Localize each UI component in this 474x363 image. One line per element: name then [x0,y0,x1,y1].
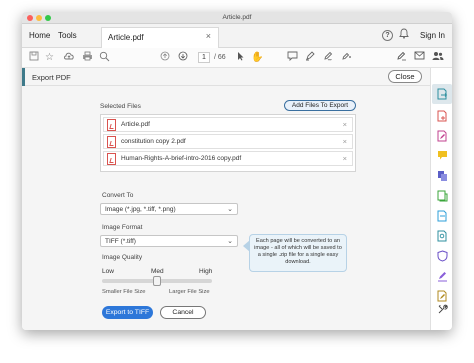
scan-ocr-tool-icon[interactable] [436,210,448,222]
file-row[interactable]: constitution copy 2.pdf × [103,134,353,149]
remove-file-icon[interactable]: × [343,137,347,146]
convert-to-value: Image (*.jpg, *.tiff, *.png) [105,206,176,213]
tab-bar: Home Tools Article.pdf × ? Sign In [22,24,452,48]
notification-bell-icon[interactable] [399,28,409,42]
remove-file-icon[interactable]: × [343,154,347,163]
selected-files-label: Selected Files [100,103,141,110]
tab-document-label: Article.pdf [108,33,144,42]
draw-pencil-icon[interactable] [323,51,333,65]
zoom-icon[interactable] [99,51,110,66]
certificates-tool-icon[interactable] [436,290,448,302]
edit-pdf-tool-icon[interactable] [436,130,448,142]
window-title: Article.pdf [222,14,252,21]
cancel-button[interactable]: Cancel [160,306,206,319]
print-icon[interactable] [82,51,93,65]
convert-to-label: Convert To [102,192,134,199]
create-pdf-tool-icon[interactable] [436,110,448,122]
next-page-icon[interactable] [178,51,188,65]
bookmark-star-icon[interactable]: ☆ [45,51,54,64]
send-for-review-tool-icon[interactable] [436,230,448,242]
app-window: Article.pdf Home Tools Article.pdf × ? S… [22,12,452,330]
fill-and-sign-tool-icon[interactable] [436,270,448,282]
quality-slider-thumb[interactable] [153,276,161,286]
image-format-dropdown[interactable]: TIFF (*.tiff) ⌄ [100,235,238,247]
tab-home[interactable]: Home [29,31,50,40]
export-pdf-tool-icon[interactable] [436,88,448,100]
title-bar: Article.pdf [22,12,452,24]
export-panel-content: Selected Files Add Files To Export Artic… [22,86,430,330]
pdf-file-icon [107,153,116,165]
selected-files-list: Article.pdf × constitution copy 2.pdf × … [100,114,356,172]
close-panel-button[interactable]: Close [388,70,422,83]
organize-pages-tool-icon[interactable] [436,190,448,202]
tools-sidebar [430,68,452,330]
panel-title: Export PDF [32,73,71,82]
tab-tools[interactable]: Tools [58,31,77,40]
pdf-file-icon [107,136,116,148]
share-people-icon[interactable] [432,51,444,65]
remove-file-icon[interactable]: × [343,120,347,129]
image-format-value: TIFF (*.tiff) [105,238,136,245]
help-icon[interactable]: ? [382,30,393,41]
file-name: Human-Rights-A-brief-intro-2016 copy.pdf [121,155,242,162]
fill-sign-icon[interactable] [396,51,407,65]
tab-document[interactable]: Article.pdf × [101,27,219,48]
previous-page-icon[interactable] [160,51,170,65]
stamp-icon[interactable] [341,51,352,65]
highlight-pen-icon[interactable] [305,51,315,65]
comment-icon[interactable] [287,51,298,65]
smaller-size-label: Smaller File Size [102,289,146,295]
file-name: Article.pdf [121,121,150,128]
save-icon[interactable] [29,51,39,65]
chevron-down-icon: ⌄ [227,238,233,245]
hand-tool-icon[interactable]: ✋ [251,51,263,64]
toolbar: ☆ 1 / 66 ✋ [22,48,452,68]
quality-high-label: High [199,268,213,275]
export-pdf-header: Export PDF Close [22,68,430,86]
upload-cloud-icon[interactable] [63,51,75,65]
panel-accent-bar [22,68,25,86]
select-cursor-icon[interactable] [236,51,245,65]
mail-icon[interactable] [414,51,425,64]
chevron-down-icon: ⌄ [227,206,233,213]
page-number-input[interactable]: 1 [198,52,210,63]
protect-shield-icon[interactable] [436,250,448,262]
quality-med-label: Med [151,268,164,275]
convert-to-dropdown[interactable]: Image (*.jpg, *.tiff, *.png) ⌄ [100,203,238,215]
file-row[interactable]: Article.pdf × [103,117,353,132]
more-tools-icon[interactable] [436,304,448,316]
tab-close-icon[interactable]: × [206,31,211,41]
file-name: constitution copy 2.pdf [121,138,186,145]
comment-tool-icon[interactable] [436,150,448,162]
page-total: / 66 [214,54,226,61]
sign-in-link[interactable]: Sign In [420,31,445,40]
combine-files-tool-icon[interactable] [436,170,448,182]
export-to-tiff-button[interactable]: Export to TIFF [102,306,153,319]
file-row[interactable]: Human-Rights-A-brief-intro-2016 copy.pdf… [103,151,353,166]
larger-size-label: Larger File Size [169,289,210,295]
pdf-file-icon [107,119,116,131]
image-quality-label: Image Quality [102,254,143,261]
format-info-tooltip: Each page will be converted to an image … [249,234,347,272]
quality-low-label: Low [102,268,114,275]
add-files-button[interactable]: Add Files To Export [284,100,356,111]
image-format-label: Image Format [102,224,143,231]
